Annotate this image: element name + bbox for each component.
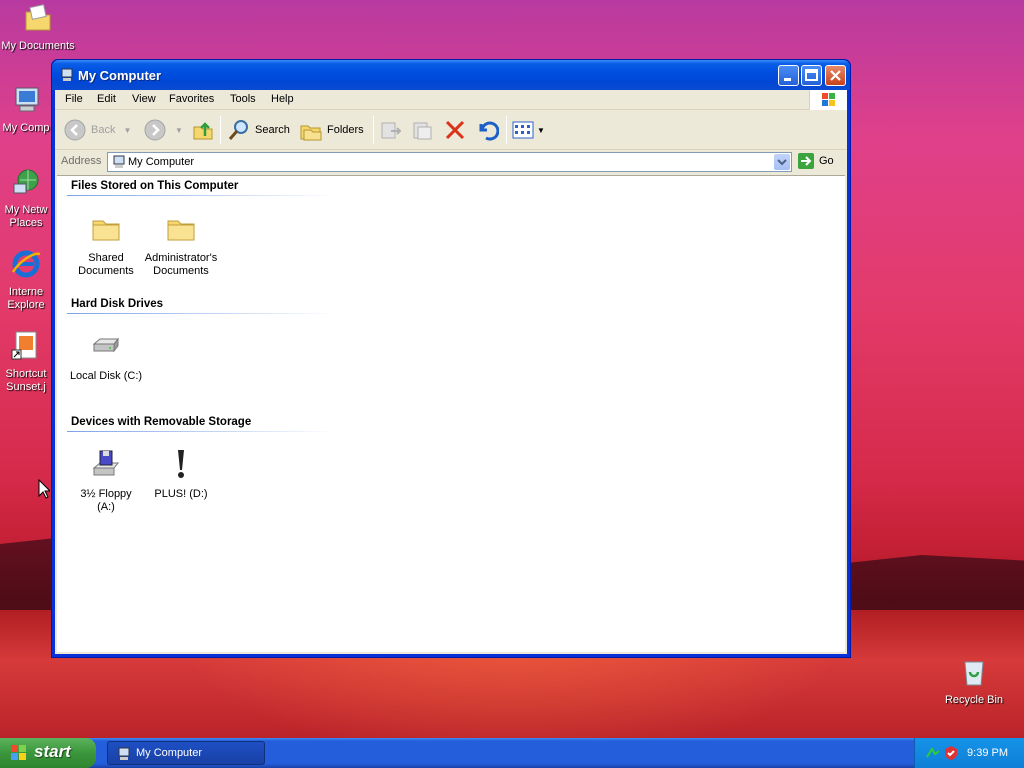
go-button[interactable]: Go: [797, 152, 834, 170]
address-label: Address: [61, 155, 102, 167]
desktop-icon-my-documents[interactable]: My Documents: [0, 2, 76, 53]
start-button[interactable]: start: [0, 738, 96, 768]
move-to-icon: [381, 122, 402, 139]
recycle-bin-icon: [964, 661, 984, 686]
minimize-icon: [784, 78, 791, 81]
menu-help[interactable]: Help: [271, 93, 294, 105]
go-arrow-icon: [798, 153, 814, 169]
delete-button[interactable]: [443, 118, 467, 142]
group-header-hard-disk-drives: Hard Disk Drives: [71, 298, 164, 310]
group-divider: [67, 313, 337, 314]
hard-disk-icon: [92, 337, 120, 353]
views-icon: [512, 121, 534, 139]
cd-drive-icon: [178, 450, 184, 478]
address-value: My Computer: [128, 156, 195, 168]
windows-logo-icon: [822, 93, 835, 106]
my-computer-icon: [113, 155, 125, 168]
toolbar-separator: [220, 116, 221, 144]
standard-toolbar: Back ▼ ▼ Search Folders ▼: [55, 110, 847, 150]
delete-icon: [445, 120, 465, 140]
address-bar: Address My Computer Go: [55, 150, 847, 174]
desktop-icon-recycle-bin[interactable]: Recycle Bin: [936, 656, 1012, 707]
close-button[interactable]: [825, 65, 846, 86]
search-icon: [228, 120, 248, 140]
forward-arrow-icon: [144, 119, 166, 141]
item-plus-d[interactable]: PLUS! (D:): [141, 448, 221, 501]
undo-icon: [479, 121, 499, 141]
window-title: My Computer: [78, 68, 162, 83]
views-button[interactable]: ▼: [511, 118, 545, 142]
close-icon: [830, 70, 841, 81]
folder-icon: [92, 220, 120, 241]
my-documents-icon: [25, 4, 51, 31]
folders-icon: [300, 125, 322, 141]
my-computer-window: My Computer File Edit View Favorites Too…: [51, 59, 851, 658]
my-computer-icon: [15, 87, 39, 112]
windows-logo-icon: [11, 745, 26, 760]
views-dropdown-icon: ▼: [537, 125, 545, 135]
group-divider: [67, 431, 337, 432]
menu-edit[interactable]: Edit: [97, 93, 116, 105]
desktop-icon-internet-explorer[interactable]: Interne Explore: [0, 248, 52, 312]
security-alert-icon[interactable]: [943, 745, 959, 761]
folder-icon: [167, 220, 195, 241]
clock[interactable]: 9:39 PM: [967, 747, 1008, 759]
windows-flag-logo: [809, 90, 847, 110]
menu-favorites[interactable]: Favorites: [169, 93, 214, 105]
item-local-disk-c[interactable]: Local Disk (C:): [66, 330, 146, 383]
window-titlebar[interactable]: My Computer: [52, 60, 850, 90]
desktop-icon-sunset-shortcut[interactable]: Shortcut Sunset.j: [0, 330, 52, 394]
copy-to-button[interactable]: [411, 118, 435, 142]
back-button[interactable]: Back ▼: [63, 118, 131, 142]
menu-view[interactable]: View: [132, 93, 156, 105]
minimize-button[interactable]: [778, 65, 799, 86]
floppy-drive-icon: [92, 450, 120, 476]
address-input[interactable]: My Computer: [107, 152, 792, 172]
maximize-icon: [805, 69, 818, 81]
item-floppy-a[interactable]: 3½ Floppy (A:): [66, 448, 146, 514]
window-client: File Edit View Favorites Tools Help Back…: [55, 90, 847, 654]
group-header-removable-storage: Devices with Removable Storage: [71, 416, 252, 428]
menu-tools[interactable]: Tools: [230, 93, 256, 105]
undo-button[interactable]: [475, 118, 499, 142]
shortcut-image-icon: [11, 331, 37, 360]
folder-content-pane: Files Stored on This Computer Shared Doc…: [57, 175, 845, 652]
chevron-down-icon: [777, 159, 787, 166]
desktop-icon-my-computer[interactable]: My Comp: [0, 84, 52, 135]
my-computer-icon: [61, 68, 73, 81]
desktop-icon-network-places[interactable]: My Netw Places: [0, 166, 52, 230]
menu-file[interactable]: File: [65, 93, 83, 105]
group-header-files-stored: Files Stored on This Computer: [71, 180, 239, 192]
mouse-cursor-icon: [38, 479, 50, 499]
taskbar-button-my-computer[interactable]: My Computer: [107, 741, 265, 765]
group-divider: [67, 195, 337, 196]
toolbar-separator: [373, 116, 374, 144]
back-arrow-icon: [64, 119, 86, 141]
forward-dropdown-icon: ▼: [175, 125, 183, 135]
back-dropdown-icon: ▼: [123, 125, 132, 135]
internet-explorer-icon: [11, 250, 41, 278]
folders-button[interactable]: Folders: [299, 118, 364, 142]
move-to-button[interactable]: [379, 118, 403, 142]
my-computer-icon: [118, 747, 130, 760]
system-tray: 9:39 PM: [914, 738, 1024, 768]
forward-button[interactable]: ▼: [143, 118, 183, 142]
network-tray-icon[interactable]: [925, 745, 941, 761]
item-shared-documents[interactable]: Shared Documents: [66, 212, 146, 278]
toolbar-separator: [506, 116, 507, 144]
up-folder-button[interactable]: [191, 118, 215, 142]
network-places-icon: [13, 169, 39, 194]
address-dropdown-button[interactable]: [774, 154, 790, 170]
maximize-button[interactable]: [801, 65, 822, 86]
item-administrators-documents[interactable]: Administrator's Documents: [141, 212, 221, 278]
search-button[interactable]: Search: [227, 118, 290, 142]
menu-bar: File Edit View Favorites Tools Help: [55, 90, 847, 110]
up-folder-icon: [193, 122, 213, 140]
copy-to-icon: [413, 122, 432, 140]
taskbar: start My Computer 9:39 PM: [0, 738, 1024, 768]
